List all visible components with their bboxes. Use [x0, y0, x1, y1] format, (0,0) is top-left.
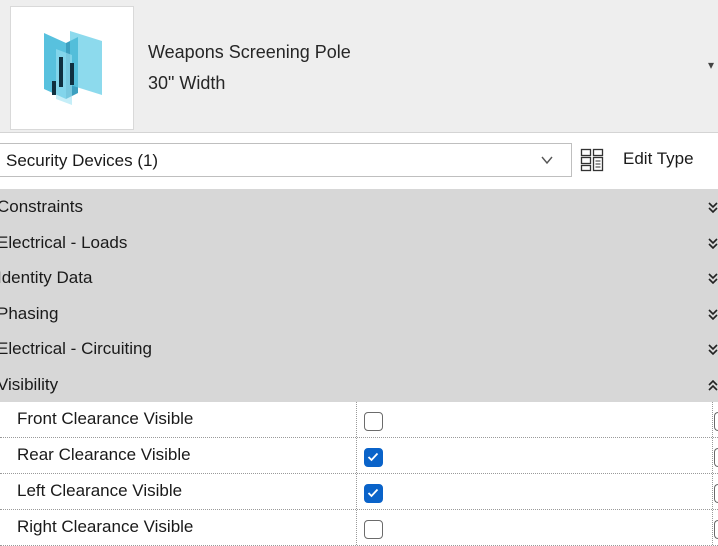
group-label: Constraints	[0, 197, 83, 216]
properties-grid: Constraints Electrical - Loads Identity …	[0, 189, 718, 546]
type-thumbnail	[10, 6, 134, 130]
property-row-right-clearance: Right Clearance Visible	[0, 510, 718, 546]
column-divider	[356, 474, 357, 509]
column-divider	[356, 402, 357, 437]
column-divider	[712, 474, 713, 509]
expand-chevron-icon[interactable]	[708, 308, 718, 320]
column-divider	[712, 510, 713, 545]
collapse-chevron-icon[interactable]	[708, 379, 718, 391]
expand-chevron-icon[interactable]	[708, 273, 718, 284]
chevron-down-icon	[541, 156, 553, 165]
group-electrical-loads[interactable]: Electrical - Loads	[0, 224, 718, 260]
front-clearance-checkbox[interactable]	[364, 412, 383, 431]
column-divider	[712, 438, 713, 473]
checkbox-partial	[714, 484, 718, 503]
property-label: Right Clearance Visible	[17, 517, 194, 536]
property-label: Front Clearance Visible	[17, 409, 194, 428]
checkbox-partial	[714, 448, 718, 467]
column-divider	[356, 510, 357, 545]
property-label: Left Clearance Visible	[17, 481, 183, 500]
group-label: Visibility	[0, 374, 59, 394]
group-electrical-circuiting[interactable]: Electrical - Circuiting	[0, 331, 718, 367]
edit-type-icon	[580, 148, 604, 172]
group-constraints[interactable]: Constraints	[0, 189, 718, 225]
group-label: Electrical - Circuiting	[0, 339, 152, 358]
checkmark-icon	[367, 488, 379, 498]
group-visibility[interactable]: Visibility	[0, 366, 718, 402]
expand-chevron-icon[interactable]	[708, 237, 718, 249]
property-row-rear-clearance: Rear Clearance Visible	[0, 438, 718, 474]
category-filter-value: Security Devices (1)	[6, 151, 159, 170]
type-selector-header[interactable]: Weapons Screening Pole 30" Width ▾	[0, 0, 718, 132]
property-row-left-clearance: Left Clearance Visible	[0, 474, 718, 510]
group-label: Identity Data	[0, 268, 93, 287]
checkmark-icon	[367, 452, 379, 462]
checkbox-partial	[714, 520, 718, 539]
property-label: Rear Clearance Visible	[17, 445, 191, 464]
group-label: Phasing	[0, 303, 59, 323]
expand-chevron-icon[interactable]	[708, 344, 718, 355]
checkbox-partial	[714, 412, 718, 431]
group-phasing[interactable]: Phasing	[0, 295, 718, 331]
edit-type-button[interactable]: Edit Type	[578, 143, 718, 177]
group-label: Electrical - Loads	[0, 232, 128, 252]
edit-type-label: Edit Type	[623, 149, 694, 168]
column-divider	[356, 438, 357, 473]
category-filter-dropdown[interactable]: Security Devices (1)	[0, 143, 572, 177]
type-name: 30" Width	[148, 73, 226, 93]
left-clearance-checkbox[interactable]	[364, 484, 383, 503]
group-identity-data[interactable]: Identity Data	[0, 260, 718, 296]
header-divider	[0, 132, 718, 133]
column-divider	[712, 402, 713, 437]
family-name: Weapons Screening Pole	[148, 42, 351, 62]
weapons-screening-pole-icon	[44, 31, 102, 105]
chevron-down-icon[interactable]: ▾	[708, 60, 718, 70]
right-clearance-checkbox[interactable]	[364, 520, 383, 539]
property-row-front-clearance: Front Clearance Visible	[0, 402, 718, 438]
expand-chevron-icon[interactable]	[708, 202, 718, 213]
rear-clearance-checkbox[interactable]	[364, 448, 383, 467]
